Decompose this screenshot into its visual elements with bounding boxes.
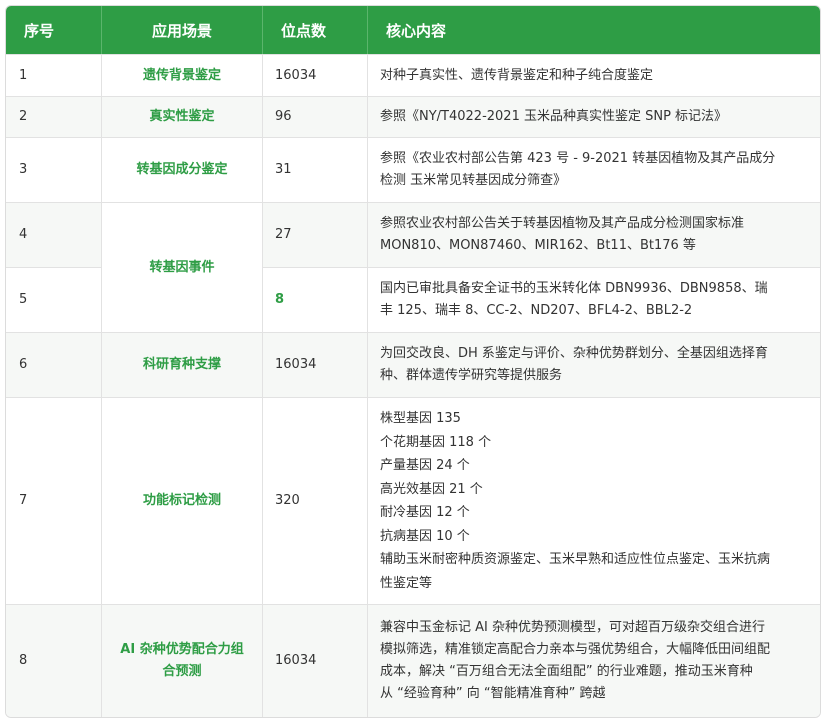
- content-line: 兼容中玉金标记 AI 杂种优势预测模型，可对超百万级杂交组合进行: [380, 620, 765, 635]
- row-site-count: 320: [263, 397, 368, 604]
- content-line: 耐冷基因 12 个: [380, 505, 470, 520]
- content-line: 个花期基因 118 个: [380, 434, 492, 450]
- row-scene: 科研育种支撑: [102, 332, 263, 397]
- row-scene: AI 杂种优势配合力组 合预测: [102, 604, 263, 717]
- row-content: 参照《农业农村部公告第 423 号 - 9-2021 转基因植物及其产品成分 检…: [368, 137, 820, 202]
- row-index: 2: [6, 96, 102, 137]
- row-index: 1: [6, 54, 102, 96]
- content-line: 抗病基因 10 个: [380, 528, 470, 544]
- table-row: 3 转基因成分鉴定 31 参照《农业农村部公告第 423 号 - 9-2021 …: [6, 137, 820, 202]
- row-index: 5: [6, 267, 102, 332]
- row-site-count: 8: [263, 267, 368, 332]
- row-index: 3: [6, 137, 102, 202]
- content-line: MON810、MON87460、MIR162、Bt11、Bt176 等: [380, 238, 696, 253]
- content-line: 对种子真实性、遗传背景鉴定和种子纯合度鉴定: [380, 67, 654, 83]
- content-line: 性鉴定等: [380, 575, 433, 591]
- row-scene: 功能标记检测: [102, 397, 263, 604]
- header-index: 序号: [6, 6, 102, 54]
- row-content: 国内已审批具备安全证书的玉米转化体 DBN9936、DBN9858、瑞 丰 12…: [368, 267, 820, 332]
- content-line: 株型基因 135: [380, 411, 461, 426]
- row-scene: 真实性鉴定: [102, 96, 263, 137]
- table-row: 4 转基因事件 27 参照农业农村部公告关于转基因植物及其产品成分检测国家标准 …: [6, 202, 820, 332]
- table-row: 1 遗传背景鉴定 16034 对种子真实性、遗传背景鉴定和种子纯合度鉴定: [6, 54, 820, 96]
- row-site-count: 16034: [263, 604, 368, 717]
- content-line: 辅助玉米耐密种质资源鉴定、玉米早熟和适应性位点鉴定、玉米抗病: [380, 552, 771, 567]
- table-row: 7 功能标记检测 320 株型基因 135 个花期基因 118 个 产量基因 2…: [6, 397, 820, 604]
- row-content: 为回交改良、DH 系鉴定与评价、杂种优势群划分、全基因组选择育 种、群体遗传学研…: [368, 332, 820, 397]
- content-line: 高光效基因 21 个: [380, 481, 483, 497]
- content-line: 国内已审批具备安全证书的玉米转化体 DBN9936、DBN9858、瑞: [380, 281, 768, 296]
- scene-line: 合预测: [162, 664, 202, 679]
- header-core-content: 核心内容: [368, 6, 820, 54]
- row-site-count: 16034: [263, 332, 368, 397]
- row-scene: 转基因成分鉴定: [102, 137, 263, 202]
- row-site-count: 31: [263, 137, 368, 202]
- row-content: 兼容中玉金标记 AI 杂种优势预测模型，可对超百万级杂交组合进行 模拟筛选，精准…: [368, 604, 820, 717]
- content-line: 成本，解决 “百万组合无法全面组配” 的行业难题，推动玉米育种: [380, 664, 753, 679]
- content-line: 为回交改良、DH 系鉴定与评价、杂种优势群划分、全基因组选择育: [380, 346, 768, 361]
- row-index: 4: [6, 202, 102, 267]
- row-content: 参照《NY/T4022-2021 玉米品种真实性鉴定 SNP 标记法》: [368, 96, 820, 137]
- row-scene: 遗传背景鉴定: [102, 54, 263, 96]
- content-line: 产量基因 24 个: [380, 458, 470, 473]
- content-line: 丰 125、瑞丰 8、CC-2、ND207、BFL4-2、BBL2-2: [380, 303, 693, 318]
- content-line: 参照农业农村部公告关于转基因植物及其产品成分检测国家标准: [380, 216, 745, 231]
- row-index: 7: [6, 397, 102, 604]
- row-content: 株型基因 135 个花期基因 118 个 产量基因 24 个 高光效基因 21 …: [368, 397, 820, 604]
- row-site-count: 16034: [263, 54, 368, 96]
- table-container: 序号 应用场景 位点数 核心内容 1 遗传背景鉴定 16034 对种子真实性、遗…: [5, 5, 821, 718]
- content-line: 参照《NY/T4022-2021 玉米品种真实性鉴定 SNP 标记法》: [380, 109, 728, 124]
- header-scene: 应用场景: [102, 6, 263, 54]
- table-row: 6 科研育种支撑 16034 为回交改良、DH 系鉴定与评价、杂种优势群划分、全…: [6, 332, 820, 397]
- row-site-count: 27: [263, 202, 368, 267]
- content-line: 参照《农业农村部公告第 423 号 - 9-2021 转基因植物及其产品成分: [380, 151, 776, 166]
- table-row: 2 真实性鉴定 96 参照《NY/T4022-2021 玉米品种真实性鉴定 SN…: [6, 96, 820, 137]
- table-header-row: 序号 应用场景 位点数 核心内容: [6, 6, 820, 54]
- row-content: 对种子真实性、遗传背景鉴定和种子纯合度鉴定: [368, 54, 820, 96]
- header-site-count: 位点数: [263, 6, 368, 54]
- row-index: 8: [6, 604, 102, 717]
- content-line: 从 “经验育种” 向 “智能精准育种” 跨越: [380, 686, 606, 701]
- content-line: 种、群体遗传学研究等提供服务: [380, 368, 563, 383]
- content-line: 模拟筛选，精准锁定高配合力亲本与强优势组合，大幅降低田间组配: [380, 642, 771, 657]
- scene-line: AI 杂种优势配合力组: [120, 642, 244, 657]
- row-index: 6: [6, 332, 102, 397]
- row-scene: 转基因事件: [102, 202, 263, 332]
- row-site-count: 96: [263, 96, 368, 137]
- content-line: 检测 玉米常见转基因成分筛查》: [380, 173, 567, 188]
- row-content: 参照农业农村部公告关于转基因植物及其产品成分检测国家标准 MON810、MON8…: [368, 202, 820, 267]
- application-table: 序号 应用场景 位点数 核心内容 1 遗传背景鉴定 16034 对种子真实性、遗…: [5, 5, 821, 718]
- table-row: 8 AI 杂种优势配合力组 合预测 16034 兼容中玉金标记 AI 杂种优势预…: [6, 604, 820, 717]
